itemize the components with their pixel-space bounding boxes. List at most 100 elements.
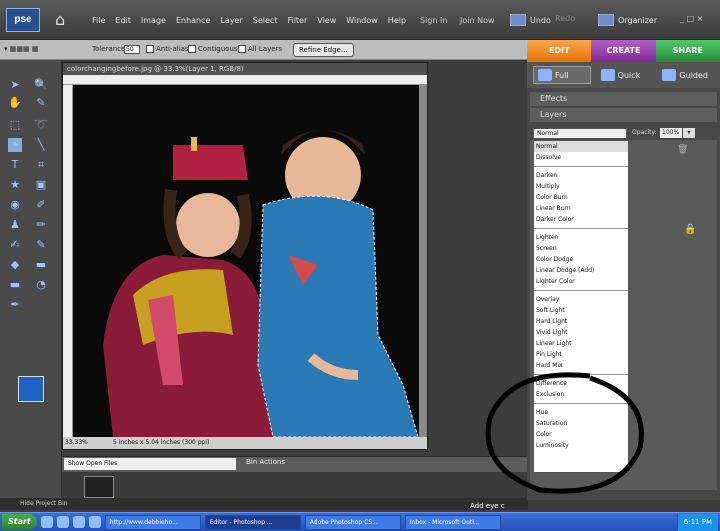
menu-help[interactable]: Help xyxy=(388,16,406,25)
move-tool-icon[interactable]: ➤ xyxy=(8,78,22,92)
ie-icon[interactable] xyxy=(40,516,53,528)
tolerance-input[interactable]: 50 xyxy=(124,45,140,54)
taskbar-item-browser[interactable]: http://www.debbieho... xyxy=(104,514,201,530)
brush-tool-icon[interactable]: ✍ xyxy=(8,238,22,252)
trash-icon[interactable]: 🗑 xyxy=(677,145,688,155)
tab-create[interactable]: CREATE xyxy=(591,40,656,62)
menu-layer[interactable]: Layer xyxy=(220,16,242,25)
blend-mode-option[interactable]: Lighten xyxy=(534,232,628,243)
opacity-dropdown-icon[interactable]: ▾ xyxy=(683,128,695,138)
blend-mode-option[interactable]: Linear Light xyxy=(534,338,628,349)
menu-filter[interactable]: Filter xyxy=(287,16,307,25)
tab-edit[interactable]: EDIT xyxy=(527,40,592,62)
image-canvas[interactable] xyxy=(73,85,421,437)
eraser-icon[interactable]: ✏ xyxy=(34,218,48,232)
contiguous-checkbox[interactable]: Contiguous xyxy=(188,45,238,53)
all-layers-checkbox[interactable]: All Layers xyxy=(238,45,282,53)
blend-mode-option[interactable]: Overlay xyxy=(534,294,628,305)
mode-quick-button[interactable]: Quick xyxy=(597,66,653,84)
tab-share[interactable]: SHARE xyxy=(655,40,720,62)
hide-project-bin-button[interactable]: Hide Project Bin xyxy=(0,498,528,510)
menu-window[interactable]: Window xyxy=(346,16,378,25)
full-edit-icon xyxy=(538,69,552,81)
vertical-scrollbar[interactable] xyxy=(419,85,427,437)
media-icon[interactable] xyxy=(88,516,101,528)
show-files-select[interactable]: Show Open Files xyxy=(64,458,236,470)
image-thumbnail[interactable] xyxy=(84,476,114,498)
gradient-tool-icon[interactable]: ▬ xyxy=(34,258,48,272)
smart-brush-icon[interactable]: ✎ xyxy=(34,238,48,252)
magic-wand-icon[interactable]: ✦ xyxy=(8,138,22,152)
home-icon[interactable]: ⌂ xyxy=(55,10,75,30)
sign-in-link[interactable]: Sign In xyxy=(420,16,447,25)
blend-mode-option[interactable]: Vivid Light xyxy=(534,327,628,338)
taskbar-item-outlook[interactable]: Inbox - Microsoft Outl... xyxy=(404,514,501,530)
blend-mode-option[interactable]: Darken xyxy=(534,170,628,181)
blend-mode-option[interactable]: Multiply xyxy=(534,181,628,192)
layers-panel-header[interactable]: Layers xyxy=(530,108,717,122)
bin-actions-menu[interactable]: Bin Actions xyxy=(246,458,285,466)
start-button[interactable]: Start xyxy=(2,514,37,530)
menu-separator xyxy=(534,225,628,229)
blend-mode-option[interactable]: Normal xyxy=(534,141,628,152)
organizer-button[interactable]: Organizer xyxy=(598,14,657,26)
blend-mode-option[interactable]: Pin Light xyxy=(534,349,628,360)
cookie-cutter-icon[interactable]: ★ xyxy=(8,178,22,192)
lasso-tool-icon[interactable]: ➰ xyxy=(34,118,48,132)
blend-mode-option[interactable]: Darker Color xyxy=(534,214,628,225)
taskbar-item-photoshop-cs[interactable]: Adobe Photoshop CS... xyxy=(304,514,401,530)
foreground-color-swatch[interactable] xyxy=(18,376,44,402)
redo-button[interactable]: Redo xyxy=(555,14,575,23)
selection-brush-icon[interactable]: ╲ xyxy=(34,138,48,152)
blend-mode-option[interactable]: Soft Light xyxy=(534,305,628,316)
system-tray-clock[interactable]: 6:11 PM xyxy=(676,513,718,531)
join-now-link[interactable]: Join Now xyxy=(460,16,495,25)
mode-guided-button[interactable]: Guided xyxy=(658,66,714,84)
blend-mode-option[interactable]: Linear Dodge (Add) xyxy=(534,265,628,276)
blend-mode-option[interactable]: Hard Light xyxy=(534,316,628,327)
eyedropper-icon[interactable]: ✎ xyxy=(34,96,48,110)
undo-button[interactable]: Undo xyxy=(510,14,551,26)
shape-tool-icon[interactable]: ▬ xyxy=(8,278,22,292)
mode-full-button[interactable]: Full xyxy=(533,66,591,84)
red-eye-icon[interactable]: ◉ xyxy=(8,198,22,212)
hand-tool-icon[interactable]: ✋ xyxy=(8,96,22,110)
menu-file[interactable]: File xyxy=(92,16,105,25)
tool-preset-icon[interactable]: ▾ ▦▦▦ ▦ xyxy=(4,45,38,53)
guided-edit-icon xyxy=(662,69,677,81)
blend-mode-select[interactable]: Normal xyxy=(533,128,627,139)
effects-panel-header[interactable]: Effects xyxy=(530,92,717,106)
firefox-icon[interactable] xyxy=(56,516,69,528)
blend-mode-option[interactable]: Color Burn xyxy=(534,192,628,203)
clone-stamp-icon[interactable]: ♟ xyxy=(8,218,22,232)
sponge-tool-icon[interactable]: ✒ xyxy=(8,298,22,312)
opacity-input[interactable]: 100% xyxy=(660,128,682,138)
menu-enhance[interactable]: Enhance xyxy=(176,16,211,25)
type-tool-icon[interactable]: T xyxy=(8,158,22,172)
zoom-tool-icon[interactable]: 🔍 xyxy=(34,78,48,92)
document-dimensions: 5 inches x 5.04 inches (300 ppi) xyxy=(113,439,210,446)
menu-view[interactable]: View xyxy=(317,16,336,25)
blend-mode-option[interactable]: Color Dodge xyxy=(534,254,628,265)
blend-mode-option[interactable]: Linear Burn xyxy=(534,203,628,214)
taskbar-item-photoshop-editor[interactable]: Editor - Photoshop ... xyxy=(204,514,301,530)
folder-icon[interactable] xyxy=(72,516,85,528)
zoom-level: 33.33% xyxy=(65,439,88,446)
paint-bucket-icon[interactable]: ◆ xyxy=(8,258,22,272)
marquee-tool-icon[interactable]: ⬚ xyxy=(8,118,22,132)
blend-mode-option[interactable]: Dissolve xyxy=(534,152,628,163)
window-controls[interactable]: _ □ × xyxy=(680,14,703,23)
refine-edge-button[interactable]: Refine Edge... xyxy=(293,43,354,57)
menu-separator xyxy=(534,163,628,167)
menu-select[interactable]: Select xyxy=(253,16,278,25)
healing-brush-icon[interactable]: ✐ xyxy=(34,198,48,212)
blur-tool-icon[interactable]: ◔ xyxy=(34,278,48,292)
anti-alias-checkbox[interactable]: Anti-alias xyxy=(146,45,189,53)
lock-icon[interactable]: 🔒 xyxy=(684,224,696,235)
blend-mode-option[interactable]: Lighter Color xyxy=(534,276,628,287)
menu-edit[interactable]: Edit xyxy=(115,16,131,25)
crop-tool-icon[interactable]: ⌗ xyxy=(34,158,48,172)
straighten-tool-icon[interactable]: ▣ xyxy=(34,178,48,192)
menu-image[interactable]: Image xyxy=(141,16,166,25)
blend-mode-option[interactable]: Screen xyxy=(534,243,628,254)
